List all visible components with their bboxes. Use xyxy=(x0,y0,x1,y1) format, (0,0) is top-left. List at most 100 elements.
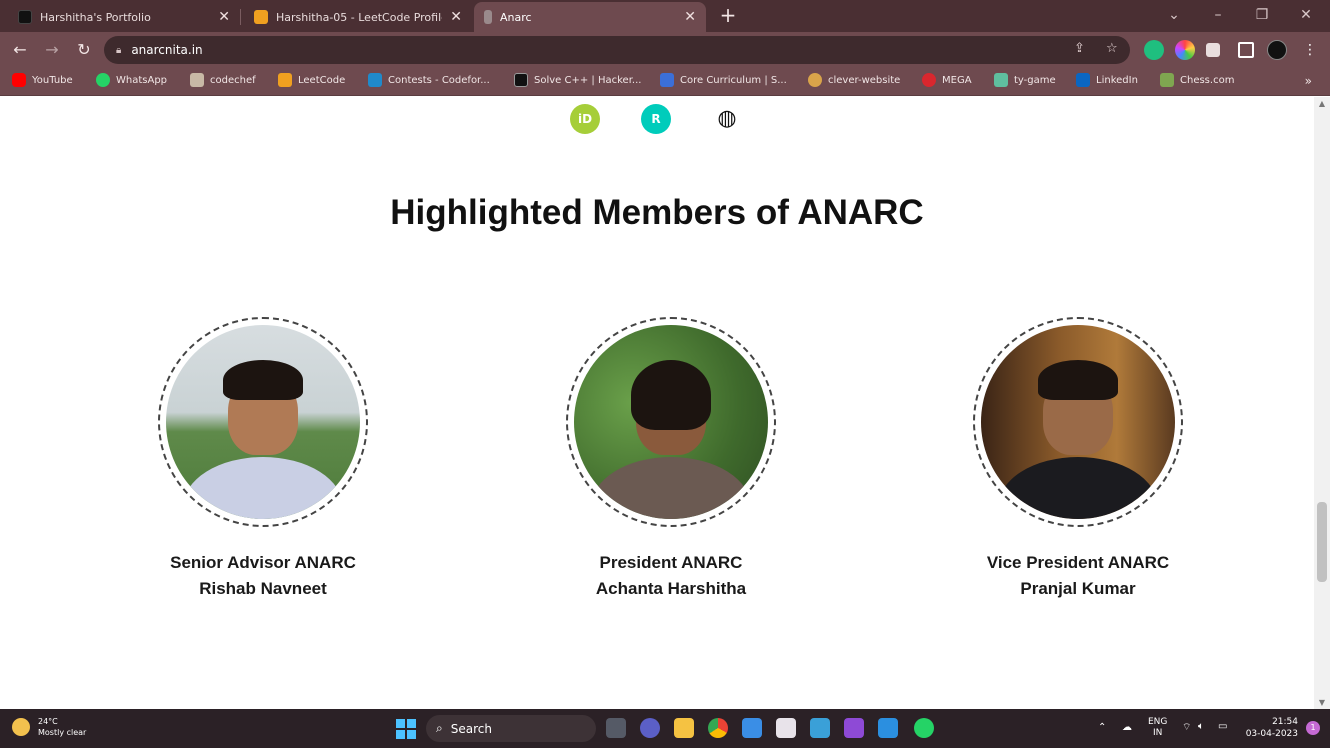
tray-overflow-icon[interactable]: ⌃ xyxy=(1098,722,1106,733)
member-card: Vice President ANARC Pranjal Kumar xyxy=(958,317,1198,599)
member-photo-body xyxy=(591,456,751,519)
bookmark-youtube[interactable]: YouTube xyxy=(12,73,73,87)
chrome-icon[interactable] xyxy=(708,718,728,738)
chat-icon[interactable] xyxy=(640,718,660,738)
globe-icon[interactable]: ◍ xyxy=(712,104,742,134)
lock-icon[interactable]: 🔒︎ xyxy=(116,45,121,56)
color-extension-icon[interactable] xyxy=(1175,40,1195,60)
side-panel-icon[interactable] xyxy=(1238,42,1254,58)
member-photo xyxy=(981,325,1175,519)
member-photo-hair xyxy=(631,359,711,430)
bookmark-core-curriculum[interactable]: Core Curriculum | S... xyxy=(660,73,787,87)
share-icon[interactable]: ⇪ xyxy=(1074,41,1085,56)
restore-button[interactable]: ❐ xyxy=(1240,0,1284,30)
tab-title: Anarc xyxy=(500,10,532,24)
cloud-icon[interactable]: ☁ xyxy=(1122,722,1132,733)
linkedin-icon xyxy=(1076,73,1090,87)
volume-icon[interactable]: 🔈︎ xyxy=(1198,721,1204,732)
bookmark-chess[interactable]: Chess.com xyxy=(1160,73,1234,87)
member-card: Senior Advisor ANARC Rishab Navneet xyxy=(143,317,383,599)
grammarly-extension-icon[interactable] xyxy=(1144,40,1164,60)
search-icon: ⌕ xyxy=(436,721,443,735)
leetcode-favicon-icon xyxy=(254,10,268,24)
anarc-favicon-icon xyxy=(484,10,492,24)
minimize-button[interactable]: – xyxy=(1196,0,1240,30)
bookmark-label: codechef xyxy=(210,74,256,86)
task-view-icon[interactable] xyxy=(606,718,626,738)
calculator-icon[interactable] xyxy=(810,718,830,738)
weather-widget[interactable]: 24°C Mostly clear xyxy=(12,716,86,738)
page-scrollbar[interactable]: ▲ ▼ xyxy=(1314,97,1330,709)
member-photo-hair xyxy=(223,359,303,400)
bookmark-label: Solve C++ | Hacker... xyxy=(534,74,642,86)
forward-button[interactable]: → xyxy=(40,38,64,62)
leetcode-icon xyxy=(278,73,292,87)
whatsapp-taskbar-icon[interactable] xyxy=(914,718,934,738)
close-tab-icon[interactable]: ✕ xyxy=(450,9,462,25)
battery-icon[interactable]: ▭ xyxy=(1218,721,1227,732)
member-name: Pranjal Kumar xyxy=(1020,579,1136,598)
tab-leetcode[interactable]: Harshitha-05 - LeetCode Profile ✕ xyxy=(244,2,472,32)
address-bar[interactable]: 🔒︎ anarcnita.in xyxy=(104,36,1130,64)
member-photo xyxy=(574,325,768,519)
extensions-puzzle-icon[interactable] xyxy=(1206,43,1220,57)
tab-portfolio[interactable]: Harshitha's Portfolio ✕ xyxy=(8,2,240,32)
scrollbar-thumb[interactable] xyxy=(1317,502,1327,582)
bookmark-codeforces[interactable]: Contests - Codefor... xyxy=(368,73,490,87)
bookmark-clever-website[interactable]: clever-website xyxy=(808,73,900,87)
orcid-icon[interactable]: iD xyxy=(570,104,600,134)
bookmark-star-icon[interactable]: ☆ xyxy=(1106,41,1118,56)
mega-icon xyxy=(922,73,936,87)
system-clock[interactable]: 21:54 03-04-2023 xyxy=(1246,716,1298,740)
bookmark-label: MEGA xyxy=(942,74,972,86)
store-icon[interactable] xyxy=(776,718,796,738)
codeforces-icon xyxy=(368,73,382,87)
tab-title: Harshitha-05 - LeetCode Profile xyxy=(276,10,443,24)
language-indicator[interactable]: ENG IN xyxy=(1148,717,1167,739)
menu-kebab-icon[interactable]: ⋮ xyxy=(1300,40,1320,60)
start-button[interactable] xyxy=(396,719,416,739)
taskbar-search[interactable]: ⌕ Search xyxy=(426,715,596,742)
member-photo-body xyxy=(183,456,343,519)
browser-toolbar: ← → ↻ 🔒︎ anarcnita.in ⇪ ☆ ⋮ xyxy=(0,32,1330,68)
reload-button[interactable]: ↻ xyxy=(72,38,96,62)
bookmark-ty-game[interactable]: ty-game xyxy=(994,73,1056,87)
scroll-up-icon[interactable]: ▲ xyxy=(1314,99,1330,108)
close-tab-icon[interactable]: ✕ xyxy=(684,9,696,25)
tab-anarc[interactable]: Anarc ✕ xyxy=(474,2,706,32)
game-icon xyxy=(994,73,1008,87)
curriculum-icon xyxy=(660,73,674,87)
chess-icon xyxy=(1160,73,1174,87)
vscode-icon[interactable] xyxy=(878,718,898,738)
scroll-down-icon[interactable]: ▼ xyxy=(1314,698,1330,707)
new-tab-button[interactable]: + xyxy=(716,4,740,28)
researchgate-icon[interactable]: R xyxy=(641,104,671,134)
bookmark-mega[interactable]: MEGA xyxy=(922,73,972,87)
bookmark-hackerrank[interactable]: Solve C++ | Hacker... xyxy=(514,73,641,87)
wifi-icon[interactable]: ⌔ xyxy=(1182,721,1191,734)
mail-icon[interactable] xyxy=(742,718,762,738)
tab-search-chevron-icon[interactable]: ⌄ xyxy=(1152,0,1196,30)
notification-badge[interactable]: 1 xyxy=(1306,721,1320,735)
member-name: Achanta Harshitha xyxy=(595,579,747,598)
file-explorer-icon[interactable] xyxy=(674,718,694,738)
member-photo-body xyxy=(998,456,1158,519)
member-avatar xyxy=(566,317,776,527)
back-button[interactable]: ← xyxy=(8,38,32,62)
member-photo xyxy=(166,325,360,519)
search-label: Search xyxy=(450,721,492,736)
tab-divider xyxy=(240,9,241,25)
profile-avatar-icon[interactable] xyxy=(1267,40,1287,60)
more-bookmarks-icon[interactable]: » xyxy=(1305,74,1312,88)
bookmark-leetcode[interactable]: LeetCode xyxy=(278,73,345,87)
bookmark-codechef[interactable]: codechef xyxy=(190,73,256,87)
bookmark-linkedin[interactable]: LinkedIn xyxy=(1076,73,1138,87)
video-editor-icon[interactable] xyxy=(844,718,864,738)
weather-desc: Mostly clear xyxy=(38,728,87,737)
portfolio-favicon-icon xyxy=(18,10,32,24)
bookmark-whatsapp[interactable]: WhatsApp xyxy=(96,73,167,87)
close-tab-icon[interactable]: ✕ xyxy=(218,9,230,25)
bookmark-label: YouTube xyxy=(32,74,73,86)
close-window-button[interactable]: ✕ xyxy=(1284,0,1328,30)
address-url: anarcnita.in xyxy=(131,43,203,57)
